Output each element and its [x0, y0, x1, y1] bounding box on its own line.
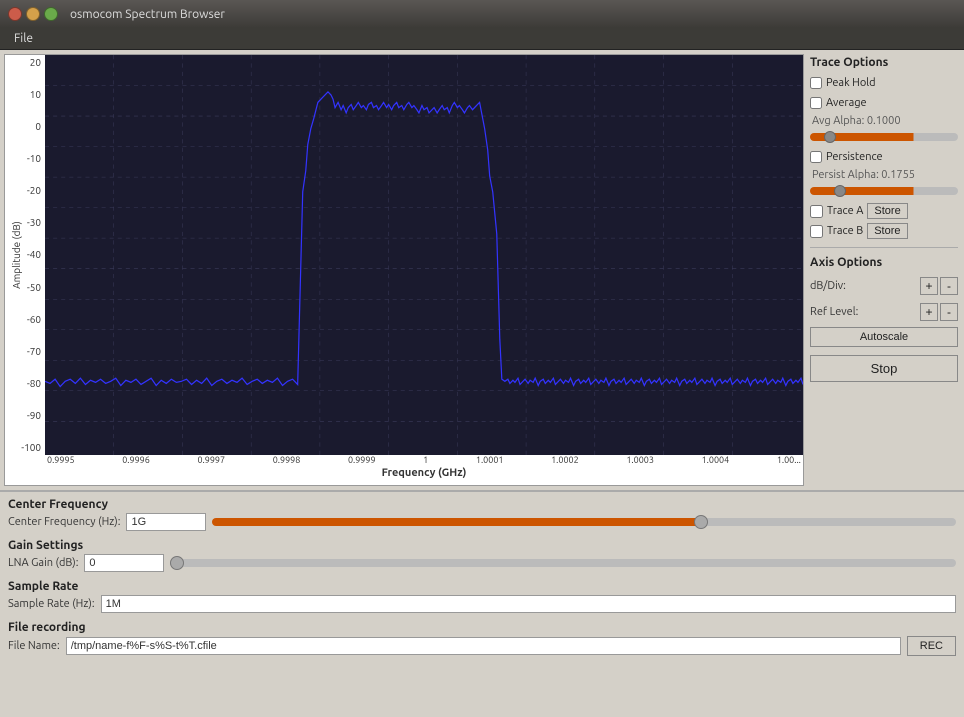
average-checkbox[interactable] — [810, 97, 822, 109]
y-label-n20: -20 — [5, 185, 41, 196]
trace-b-checkbox[interactable] — [810, 225, 823, 238]
x-label-5: 0.9999 — [348, 455, 376, 465]
file-menu[interactable]: File — [6, 30, 41, 47]
x-axis-title: Frequency (GHz) — [45, 467, 803, 479]
top-section: FFT 20 10 0 -10 -20 -30 -40 -50 -60 -70 … — [0, 50, 964, 490]
spectrum-svg — [45, 55, 803, 455]
peak-hold-checkbox[interactable] — [810, 77, 822, 89]
ref-level-label: Ref Level: — [810, 306, 858, 318]
trace-options-title: Trace Options — [810, 56, 958, 69]
y-label-20: 20 — [5, 57, 41, 68]
maximize-button[interactable] — [44, 7, 58, 21]
trace-a-checkbox[interactable] — [810, 205, 823, 218]
x-label-2: 0.9996 — [122, 455, 150, 465]
persist-alpha-slider[interactable] — [810, 187, 958, 195]
y-label-n100: -100 — [5, 442, 41, 453]
file-recording-row: File Name: REC — [8, 636, 956, 656]
trace-a-label: Trace A — [827, 205, 863, 217]
chart-area: FFT 20 10 0 -10 -20 -30 -40 -50 -60 -70 … — [4, 54, 804, 486]
x-label-6: 1 — [423, 455, 428, 465]
sample-rate-row: Sample Rate (Hz): — [8, 595, 956, 613]
main-area: FFT 20 10 0 -10 -20 -30 -40 -50 -60 -70 … — [0, 50, 964, 717]
right-panel: Trace Options Peak Hold Average Avg Alph… — [804, 50, 964, 490]
trace-a-store-button[interactable]: Store — [867, 203, 907, 219]
window-controls[interactable] — [8, 7, 58, 21]
center-frequency-section: Center Frequency Center Frequency (Hz): — [8, 496, 956, 535]
x-axis: 0.9995 0.9996 0.9997 0.9998 0.9999 1 1.0… — [45, 455, 803, 483]
ref-level-row: Ref Level: + - — [810, 303, 958, 321]
y-label-n60: -60 — [5, 314, 41, 325]
db-div-controls: + - — [920, 277, 958, 295]
x-label-11: 1.00... — [777, 455, 801, 465]
x-label-7: 1.0001 — [476, 455, 504, 465]
y-label-0: 0 — [5, 121, 41, 132]
file-name-input[interactable] — [66, 637, 901, 655]
gain-settings-row: LNA Gain (dB): — [8, 554, 956, 572]
rec-button[interactable]: REC — [907, 636, 956, 656]
axis-options-title: Axis Options — [810, 256, 958, 269]
y-axis-title: Amplitude (dB) — [11, 221, 22, 289]
menu-bar: File — [0, 28, 964, 50]
peak-hold-label: Peak Hold — [826, 77, 876, 89]
y-label-10: 10 — [5, 89, 41, 100]
y-label-n70: -70 — [5, 346, 41, 357]
ref-level-plus-button[interactable]: + — [920, 303, 938, 321]
average-label: Average — [826, 97, 867, 109]
sample-rate-section: Sample Rate Sample Rate (Hz): — [8, 578, 956, 617]
stop-button[interactable]: Stop — [810, 355, 958, 382]
file-recording-section: File recording File Name: REC — [8, 619, 956, 660]
persistence-row: Persistence — [810, 151, 958, 163]
trace-b-label: Trace B — [827, 225, 863, 237]
ref-level-controls: + - — [920, 303, 958, 321]
sample-rate-input[interactable] — [101, 595, 956, 613]
db-div-minus-button[interactable]: - — [940, 277, 958, 295]
minimize-button[interactable] — [26, 7, 40, 21]
db-div-row: dB/Div: + - — [810, 277, 958, 295]
lna-gain-slider[interactable] — [170, 559, 956, 567]
x-label-1: 0.9995 — [47, 455, 75, 465]
center-frequency-label: Center Frequency (Hz): — [8, 516, 120, 528]
close-button[interactable] — [8, 7, 22, 21]
file-recording-title: File recording — [8, 621, 956, 634]
gain-settings-section: Gain Settings LNA Gain (dB): — [8, 537, 956, 576]
spectrum-plot — [45, 55, 803, 455]
sample-rate-label: Sample Rate (Hz): — [8, 598, 95, 610]
title-bar: osmocom Spectrum Browser — [0, 0, 964, 28]
y-label-n80: -80 — [5, 378, 41, 389]
x-label-10: 1.0004 — [702, 455, 730, 465]
center-frequency-input[interactable] — [126, 513, 206, 531]
y-label-n90: -90 — [5, 410, 41, 421]
trace-b-row: Trace B Store — [810, 223, 958, 239]
peak-hold-row: Peak Hold — [810, 77, 958, 89]
sample-rate-title: Sample Rate — [8, 580, 956, 593]
lna-gain-input[interactable] — [84, 554, 164, 572]
lna-gain-label: LNA Gain (dB): — [8, 557, 78, 569]
average-row: Average — [810, 97, 958, 109]
x-label-9: 1.0003 — [626, 455, 654, 465]
center-frequency-title: Center Frequency — [8, 498, 956, 511]
trace-b-store-button[interactable]: Store — [867, 223, 907, 239]
gain-settings-title: Gain Settings — [8, 539, 956, 552]
window-title: osmocom Spectrum Browser — [70, 8, 225, 21]
persistence-label: Persistence — [826, 151, 883, 163]
x-label-3: 0.9997 — [197, 455, 225, 465]
file-name-label: File Name: — [8, 640, 60, 652]
trace-a-row: Trace A Store — [810, 203, 958, 219]
persist-alpha-label: Persist Alpha: 0.1755 — [812, 169, 958, 181]
avg-alpha-label: Avg Alpha: 0.1000 — [812, 115, 958, 127]
x-label-4: 0.9998 — [273, 455, 301, 465]
ref-level-minus-button[interactable]: - — [940, 303, 958, 321]
db-div-plus-button[interactable]: + — [920, 277, 938, 295]
db-div-label: dB/Div: — [810, 280, 846, 292]
center-frequency-row: Center Frequency (Hz): — [8, 513, 956, 531]
center-frequency-slider[interactable] — [212, 518, 956, 526]
autoscale-button[interactable]: Autoscale — [810, 327, 958, 347]
avg-alpha-slider[interactable] — [810, 133, 958, 141]
bottom-section: Center Frequency Center Frequency (Hz): … — [0, 490, 964, 717]
persistence-checkbox[interactable] — [810, 151, 822, 163]
x-label-8: 1.0002 — [551, 455, 579, 465]
y-label-n10: -10 — [5, 153, 41, 164]
